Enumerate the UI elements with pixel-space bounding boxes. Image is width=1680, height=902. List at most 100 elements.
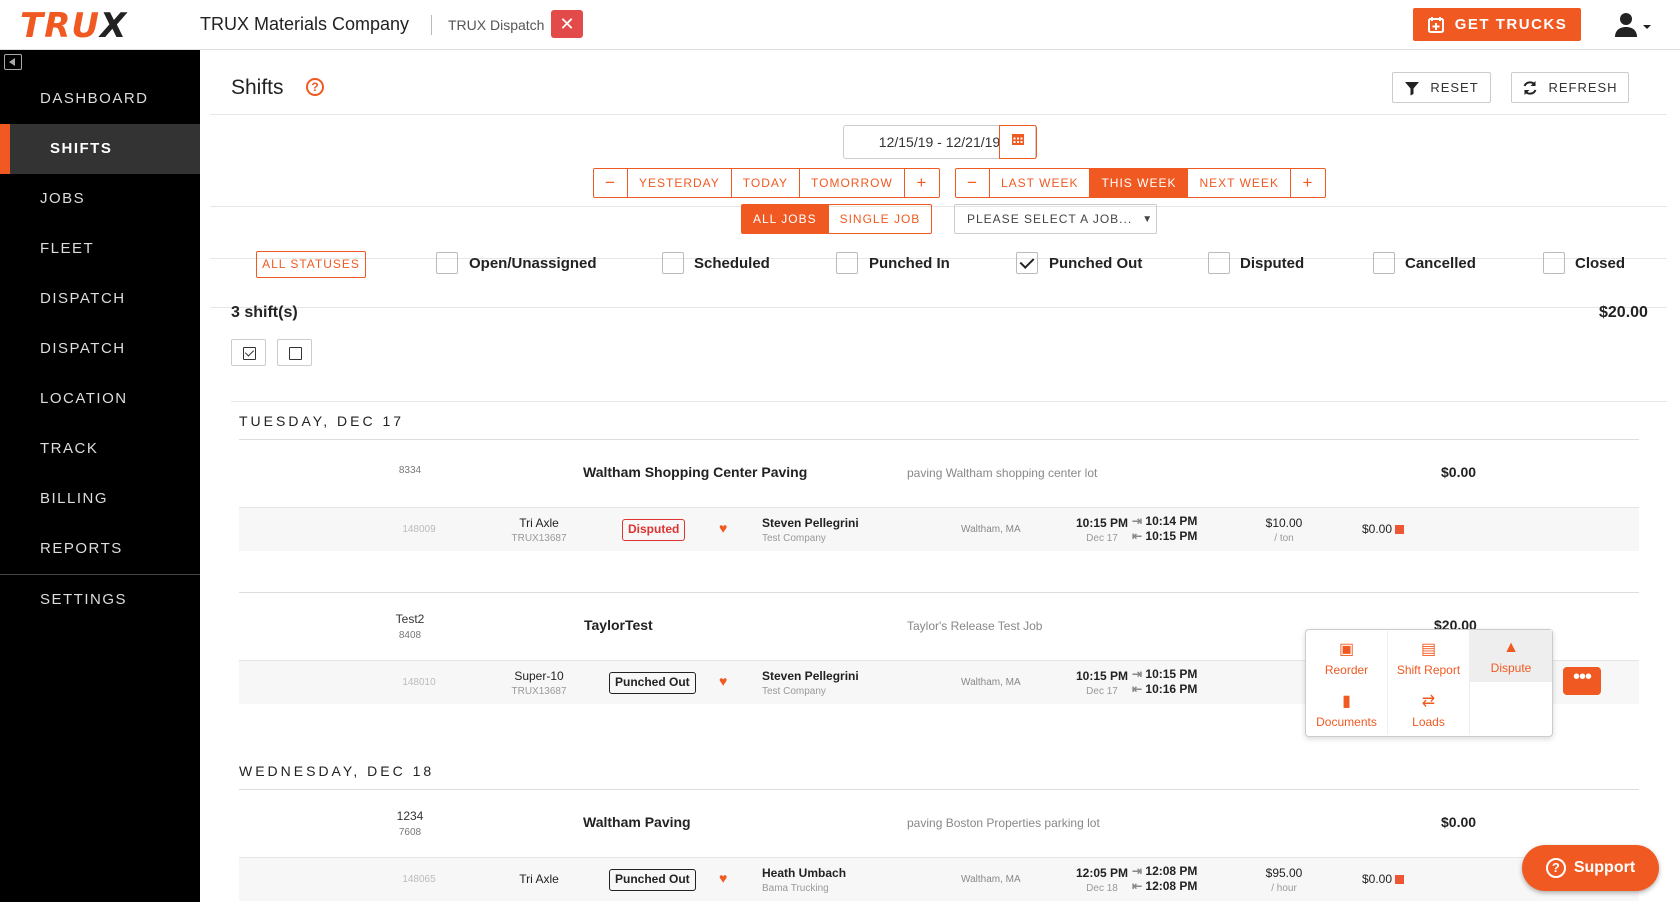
heart-icon[interactable]: ♥ <box>719 870 727 886</box>
sidebar-item-dispatch-2[interactable]: DISPATCH <box>0 324 200 374</box>
truck-type: Tri Axle <box>519 516 559 530</box>
trux-logo[interactable]: TRUX <box>20 6 127 46</box>
job-header-row[interactable]: 1234 7608 Waltham Paving paving Boston Pr… <box>239 789 1639 849</box>
last-week-button[interactable]: LAST WEEK <box>990 169 1091 197</box>
prev-day-button[interactable]: − <box>594 169 628 197</box>
company-name: TRUX Materials Company <box>200 14 410 34</box>
sidebar-item-location[interactable]: LOCATION <box>0 374 200 424</box>
heart-icon[interactable]: ♥ <box>719 673 727 689</box>
more-actions-button[interactable]: ••• <box>1563 667 1601 695</box>
loads-menu-item[interactable]: ⇄ Loads <box>1388 682 1470 734</box>
shift-total: $20.00 <box>1599 304 1648 321</box>
cancelled-checkbox[interactable] <box>1373 252 1395 274</box>
refresh-button[interactable]: REFRESH <box>1511 72 1629 103</box>
caret-down-icon: ▼ <box>1142 213 1154 225</box>
punch-out-icon: ⇤ <box>1132 682 1143 696</box>
truck-type: Super-10 <box>514 669 564 683</box>
next-week-plus-button[interactable]: + <box>1291 169 1325 197</box>
reset-button[interactable]: RESET <box>1392 72 1491 103</box>
all-statuses-button[interactable]: ALL STATUSES <box>256 251 366 278</box>
heart-icon[interactable]: ♥ <box>719 520 727 536</box>
status-badge: Disputed <box>622 519 686 541</box>
punch-in-time: 12:08 PM <box>1145 864 1198 878</box>
truck-info: Tri Axle TRUX13687 <box>499 516 579 544</box>
job-name: Waltham Paving <box>583 814 691 830</box>
shift-id: 148065 <box>402 874 436 885</box>
divider <box>210 307 1667 308</box>
shift-report-menu-item[interactable]: ▤ Shift Report <box>1388 630 1470 682</box>
sidebar-item-settings[interactable]: SETTINGS <box>0 575 200 625</box>
shift-id: 148010 <box>402 677 436 688</box>
this-week-button[interactable]: THIS WEEK <box>1090 169 1189 197</box>
job-select-dropdown[interactable]: PLEASE SELECT A JOB... ▼ <box>954 204 1157 234</box>
punch-times: ⇥ 10:15 PM ⇤ 10:16 PM <box>1132 667 1197 697</box>
shift-row[interactable]: 148065 Tri Axle Punched Out ♥ Heath Umba… <box>239 857 1639 901</box>
divider <box>431 15 432 35</box>
rate-unit: / hour <box>1271 883 1297 894</box>
reorder-menu-item[interactable]: ▣ Reorder <box>1306 630 1388 682</box>
collapse-sidebar-icon[interactable] <box>4 54 22 70</box>
sidebar-item-billing[interactable]: BILLING <box>0 474 200 524</box>
close-dispatch-button[interactable]: ✕ <box>551 10 583 38</box>
report-icon: ▤ <box>1420 641 1437 658</box>
filter-icon <box>1405 81 1420 95</box>
select-all-button[interactable] <box>231 339 266 366</box>
punched-out-checkbox[interactable] <box>1016 252 1038 274</box>
punched-in-checkbox[interactable] <box>836 252 858 274</box>
all-jobs-button[interactable]: ALL JOBS <box>742 205 829 233</box>
support-button[interactable]: ? Support <box>1522 845 1659 891</box>
punch-in-time: 10:14 PM <box>1145 514 1198 528</box>
shift-row[interactable]: 148009 Tri Axle TRUX13687 Disputed ♥ Stev… <box>239 507 1639 551</box>
start-date: Dec 17 <box>1086 686 1118 697</box>
sidebar-item-shifts[interactable]: SHIFTS <box>0 124 200 174</box>
sidebar-item-dispatch[interactable]: DISPATCH <box>0 274 200 324</box>
punch-out-icon: ⇤ <box>1132 879 1143 893</box>
sidebar-item-track[interactable]: TRACK <box>0 424 200 474</box>
today-button[interactable]: TODAY <box>732 169 801 197</box>
page-title: Shifts <box>231 76 284 99</box>
calendar-button[interactable] <box>999 125 1037 159</box>
truck-type: Tri Axle <box>519 872 559 886</box>
next-week-button[interactable]: NEXT WEEK <box>1188 169 1291 197</box>
status-badge: Punched Out <box>609 869 696 891</box>
prev-week-button[interactable]: − <box>956 169 990 197</box>
next-day-button[interactable]: + <box>905 169 939 197</box>
sidebar-item-fleet[interactable]: FLEET <box>0 224 200 274</box>
job-code: Test2 <box>395 612 425 626</box>
calendar-icon <box>1012 134 1024 145</box>
scheduled-checkbox[interactable] <box>662 252 684 274</box>
truck-info: Tri Axle <box>499 872 579 886</box>
disputed-checkbox[interactable] <box>1208 252 1230 274</box>
rate-value: $95.00 <box>1265 866 1303 880</box>
yesterday-button[interactable]: YESTERDAY <box>628 169 732 197</box>
documents-menu-item[interactable]: ▮ Documents <box>1306 682 1388 734</box>
tomorrow-button[interactable]: TOMORROW <box>800 169 905 197</box>
get-trucks-button[interactable]: GET TRUCKS <box>1413 8 1581 41</box>
cancelled-label: Cancelled <box>1405 255 1476 272</box>
shift-rate: $10.00 / ton <box>1259 516 1309 544</box>
open-unassigned-checkbox[interactable] <box>436 252 458 274</box>
user-menu-icon[interactable] <box>1614 12 1654 38</box>
punch-times: ⇥ 10:14 PM ⇤ 10:15 PM <box>1132 514 1197 544</box>
sidebar-item-dashboard[interactable]: DASHBOARD <box>0 74 200 124</box>
driver-company: Test Company <box>762 533 826 544</box>
job-scope-toggle: ALL JOBS SINGLE JOB <box>741 204 933 234</box>
help-icon[interactable]: ? <box>306 78 324 96</box>
dispatch-tab[interactable]: TRUX Dispatch <box>448 17 544 33</box>
support-label: Support <box>1573 859 1636 876</box>
sidebar-item-reports[interactable]: REPORTS <box>0 524 200 574</box>
single-job-button[interactable]: SINGLE JOB <box>829 205 932 233</box>
job-name: TaylorTest <box>584 617 653 633</box>
flag-icon <box>1395 525 1405 534</box>
select-none-button[interactable] <box>277 339 312 366</box>
sidebar-item-jobs[interactable]: JOBS <box>0 174 200 224</box>
driver-info: Heath Umbach Bama Trucking <box>762 866 846 894</box>
get-trucks-label: GET TRUCKS <box>1454 16 1568 33</box>
closed-checkbox[interactable] <box>1543 252 1565 274</box>
dispute-menu-item[interactable]: ▲ Dispute <box>1470 630 1552 682</box>
shift-amount: $0.00 <box>1362 872 1405 886</box>
disputed-label: Disputed <box>1240 255 1305 272</box>
document-icon: ▮ <box>1342 693 1351 710</box>
job-header-row[interactable]: 8334 Waltham Shopping Center Paving pavi… <box>239 439 1639 499</box>
question-icon: ? <box>1545 858 1566 878</box>
